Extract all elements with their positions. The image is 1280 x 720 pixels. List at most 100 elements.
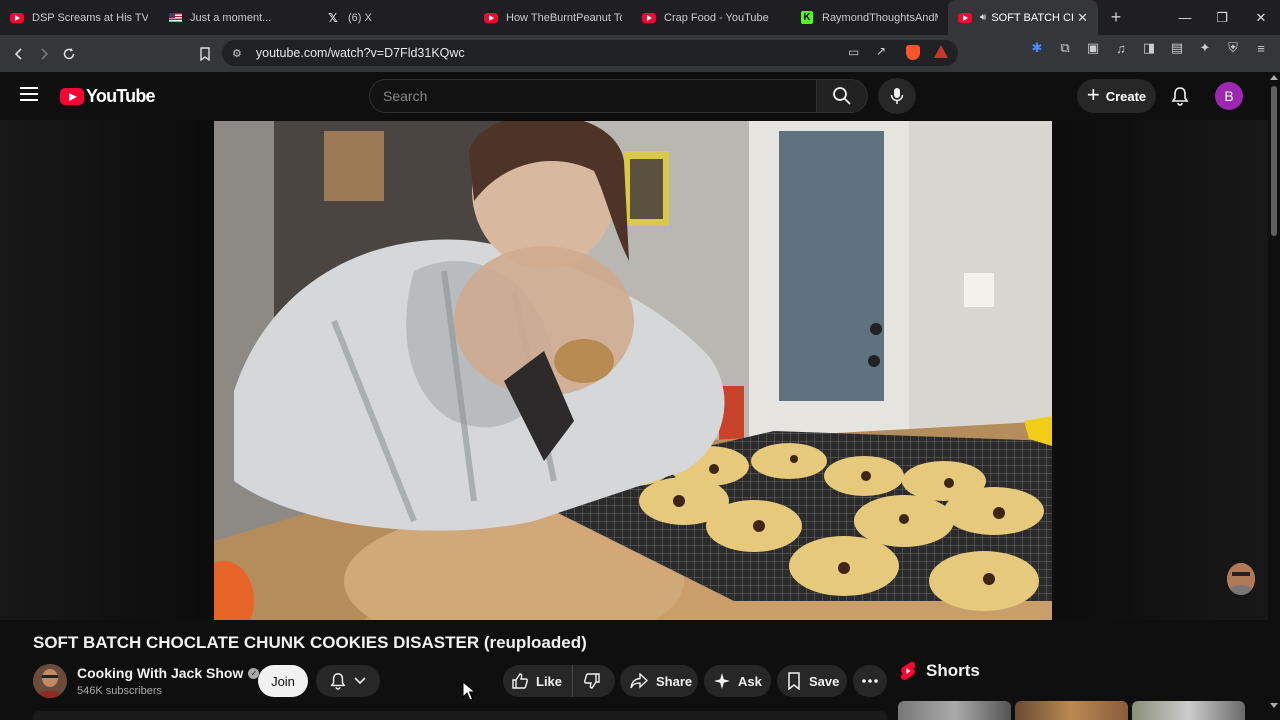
reload-icon[interactable] xyxy=(56,41,81,66)
address-bar[interactable]: ⚙ youtube.com/watch?v=D7Fld31KQwc ▭ ↗ xyxy=(222,40,958,66)
ask-label: Ask xyxy=(738,673,762,689)
browser-tab[interactable]: K RaymondThoughtsAndMi xyxy=(790,0,948,35)
like-label: Like xyxy=(536,673,563,689)
shorts-thumbnails xyxy=(898,701,1245,720)
bookmark-icon xyxy=(788,672,800,690)
tab-title: SOFT BATCH CHOC xyxy=(991,11,1073,24)
channel-avatar[interactable] xyxy=(33,664,67,698)
extensions-area: ✱ ⧉ ▣ ♫ ◨ ▤ ✦ ⛨ ≡ xyxy=(1028,39,1270,57)
thumbs-up-icon xyxy=(512,673,528,689)
leo-ai-icon[interactable]: ✦ xyxy=(1196,39,1214,57)
video-title: SOFT BATCH CHOCLATE CHUNK COOKIES DISAST… xyxy=(33,633,587,652)
join-button[interactable]: Join xyxy=(258,665,308,697)
subscription-notifications-button[interactable] xyxy=(316,665,380,697)
share-page-icon[interactable]: ↗ xyxy=(876,44,886,58)
browser-tab[interactable]: DSP Screams at His TV as xyxy=(0,0,158,35)
puzzle-icon[interactable]: ⧉ xyxy=(1056,39,1074,57)
restore-icon[interactable]: ❐ xyxy=(1203,0,1241,35)
share-button[interactable]: Share xyxy=(620,665,698,697)
description-box[interactable] xyxy=(33,711,887,720)
browser-tab-active[interactable]: 🔊︎ SOFT BATCH CHOC ✕ xyxy=(948,0,1098,35)
scroll-down-arrow-icon[interactable] xyxy=(1270,703,1278,708)
media-icon[interactable]: ♫ xyxy=(1112,39,1130,57)
extension-icon[interactable]: ✱ xyxy=(1028,39,1046,57)
back-icon[interactable] xyxy=(6,41,31,66)
more-actions-button[interactable] xyxy=(853,665,887,697)
forward-icon[interactable] xyxy=(31,41,56,66)
save-label: Save xyxy=(809,673,840,689)
search-icon xyxy=(833,87,851,105)
search-input[interactable]: Search xyxy=(369,79,817,113)
more-horizontal-icon xyxy=(862,679,878,683)
close-window-icon[interactable]: ✕ xyxy=(1242,0,1280,35)
sidebar-icon[interactable]: ◨ xyxy=(1140,39,1158,57)
video-player[interactable] xyxy=(214,121,1052,620)
screenshot-icon[interactable]: ▣ xyxy=(1084,39,1102,57)
vpn-icon[interactable]: ⛨ xyxy=(1224,39,1242,57)
browser-tab[interactable]: 𝕏 (6) X xyxy=(316,0,474,35)
create-button[interactable]: + Create xyxy=(1077,79,1156,113)
new-tab-button[interactable]: + xyxy=(1098,0,1134,35)
browser-tab[interactable]: Crap Food - YouTube xyxy=(632,0,790,35)
tab-title: (6) X xyxy=(348,11,372,24)
browser-tab[interactable]: How TheBurntPeanut Took xyxy=(474,0,632,35)
x-icon: 𝕏 xyxy=(328,10,338,25)
browser-toolbar: ⚙ youtube.com/watch?v=D7Fld31KQwc ▭ ↗ ✱ … xyxy=(0,35,1280,72)
youtube-play-icon xyxy=(60,88,84,105)
bell-icon xyxy=(330,673,346,690)
chevron-down-icon xyxy=(354,677,366,685)
save-button[interactable]: Save xyxy=(777,665,847,697)
search-button[interactable] xyxy=(816,79,868,113)
ask-button[interactable]: Ask xyxy=(704,665,771,697)
subscriber-count: 546K subscribers xyxy=(77,685,162,697)
page-scrollbar[interactable] xyxy=(1268,72,1280,720)
channel-name-text: Cooking With Jack Show xyxy=(77,665,244,681)
scroll-up-arrow-icon[interactable] xyxy=(1270,75,1278,80)
video-frame xyxy=(214,121,1052,620)
close-tab-icon[interactable]: ✕ xyxy=(1073,10,1088,26)
sparkle-icon xyxy=(714,673,730,689)
short-thumbnail[interactable] xyxy=(1132,701,1245,720)
like-button[interactable]: Like xyxy=(503,665,574,697)
plus-icon: + xyxy=(1086,82,1100,107)
dislike-button[interactable] xyxy=(573,665,611,697)
microphone-icon xyxy=(890,88,904,104)
voice-search-button[interactable] xyxy=(878,78,916,114)
short-thumbnail[interactable] xyxy=(898,701,1011,720)
cast-icon[interactable]: ▭ xyxy=(848,45,859,59)
share-icon xyxy=(630,673,648,689)
join-label: Join xyxy=(271,673,295,689)
youtube-icon xyxy=(958,11,972,25)
tab-title: Crap Food - YouTube xyxy=(664,11,769,24)
logo-text: YouTube xyxy=(86,86,156,106)
url-text: youtube.com/watch?v=D7Fld31KQwc xyxy=(255,46,465,60)
tab-title: DSP Screams at His TV as xyxy=(32,11,148,24)
minimize-icon[interactable]: — xyxy=(1166,0,1204,35)
short-thumbnail[interactable] xyxy=(1015,701,1128,720)
scrollbar-thumb[interactable] xyxy=(1271,86,1277,236)
bookmark-icon[interactable] xyxy=(192,41,217,66)
browser-tab[interactable]: Just a moment... xyxy=(158,0,316,35)
guide-menu-icon[interactable] xyxy=(20,87,38,101)
brave-rewards-icon[interactable] xyxy=(934,45,948,58)
youtube-icon xyxy=(10,11,24,25)
notifications-button[interactable] xyxy=(1166,82,1194,110)
like-dislike-group: Like xyxy=(503,665,615,697)
thumbs-down-icon xyxy=(584,673,600,689)
menu-icon[interactable]: ≡ xyxy=(1252,39,1270,57)
site-info-icon[interactable]: ⚙ xyxy=(232,47,242,60)
brave-shield-icon[interactable] xyxy=(906,45,920,60)
browser-tab-strip: DSP Screams at His TV as Just a moment..… xyxy=(0,0,1280,35)
youtube-icon xyxy=(642,11,656,25)
youtube-masthead: YouTube Search + Create B xyxy=(0,72,1280,120)
create-label: Create xyxy=(1105,88,1147,104)
channel-name[interactable]: Cooking With Jack Show ✓ xyxy=(77,665,260,681)
account-avatar[interactable]: B xyxy=(1215,82,1243,110)
kick-icon: K xyxy=(800,11,814,25)
tab-title: RaymondThoughtsAndMi xyxy=(822,11,938,24)
us-flag-icon xyxy=(168,11,182,25)
youtube-logo[interactable]: YouTube xyxy=(60,86,156,107)
share-label: Share xyxy=(656,673,693,689)
wallet-icon[interactable]: ▤ xyxy=(1168,39,1186,57)
mouse-cursor-icon xyxy=(462,681,476,701)
